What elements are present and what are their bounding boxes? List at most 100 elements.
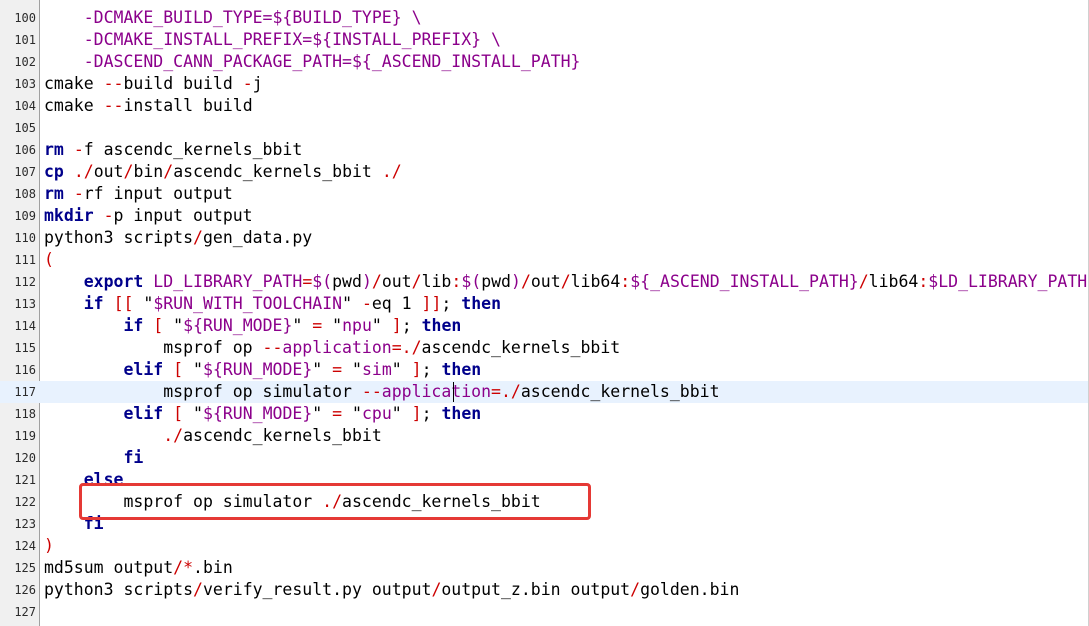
variable-token: sim — [361, 360, 392, 379]
code-line[interactable]: 113 if [[ "$RUN_WITH_TOOLCHAIN" -eq 1 ]]… — [0, 293, 1089, 315]
code-text[interactable]: ) — [44, 535, 54, 557]
keyword-token: rm — [44, 140, 64, 159]
code-text[interactable]: elif [ "${RUN_MODE}" = "cpu" ]; then — [44, 403, 481, 425]
code-line[interactable]: 101 -DCMAKE_INSTALL_PREFIX=${INSTALL_PRE… — [0, 29, 1089, 51]
operator-token: / — [630, 580, 641, 599]
text-token: " — [183, 404, 203, 423]
code-line[interactable]: 109 mkdir -p input output — [0, 205, 1089, 227]
operator-token: ./ — [163, 426, 184, 445]
keyword-token: elif — [123, 404, 164, 423]
code-line[interactable]: 110 python3 scripts/gen_data.py — [0, 227, 1089, 249]
variable-token: -DCMAKE_BUILD_TYPE=${BUILD_TYPE} \ — [83, 8, 422, 27]
operator-token: ./ — [73, 162, 94, 181]
operator-token: / — [431, 580, 442, 599]
code-line[interactable]: 125 md5sum output/*.bin — [0, 557, 1089, 579]
code-text[interactable]: msprof op --application=./ascendc_kernel… — [44, 337, 620, 359]
text-token: out — [530, 272, 561, 291]
keyword-token: rm — [44, 184, 64, 203]
text-token: install build — [123, 96, 253, 115]
code-line[interactable]: 124) — [0, 535, 1089, 557]
code-text[interactable]: if [[ "$RUN_WITH_TOOLCHAIN" -eq 1 ]]; th… — [44, 293, 501, 315]
text-token: msprof op — [44, 338, 263, 357]
code-line[interactable]: 127 — [0, 601, 1089, 623]
code-text[interactable]: elif [ "${RUN_MODE}" = "sim" ]; then — [44, 359, 481, 381]
code-line[interactable]: 117 msprof op simulator --application=./… — [0, 381, 1089, 403]
text-token: ; — [421, 404, 442, 423]
code-text[interactable]: md5sum output/*.bin — [44, 557, 233, 579]
code-text[interactable]: rm -rf input output — [44, 183, 233, 205]
code-line[interactable]: 106 rm -f ascendc_kernels_bbit — [0, 139, 1089, 161]
code-text[interactable]: -DASCEND_CANN_PACKAGE_PATH=${_ASCEND_INS… — [44, 51, 581, 73]
keyword-token: then — [441, 360, 482, 379]
operator-token: ]] — [421, 294, 442, 313]
text-token: lib64 — [868, 272, 919, 291]
text-token: rf input output — [83, 184, 233, 203]
code-text[interactable]: mkdir -p input output — [44, 205, 253, 227]
keyword-token: if — [123, 316, 144, 335]
code-line[interactable]: 126 python3 scripts/verify_result.py outp… — [0, 579, 1089, 601]
code-text[interactable]: export LD_LIBRARY_PATH=$(pwd)/out/lib:$(… — [44, 271, 1087, 293]
code-text[interactable]: ./ascendc_kernels_bbit — [44, 425, 382, 447]
code-line[interactable]: 119 ./ascendc_kernels_bbit — [0, 425, 1089, 447]
variable-token: LD_LIBRARY_PATH — [153, 272, 303, 291]
line-number: 114 — [14, 319, 36, 333]
code-text[interactable]: if [ "${RUN_MODE}" = "npu" ]; then — [44, 315, 461, 337]
variable-token: ) — [361, 272, 372, 291]
code-line[interactable]: 118 elif [ "${RUN_MODE}" = "cpu" ]; then — [0, 403, 1089, 425]
code-text[interactable]: msprof op simulator --application=./asce… — [44, 381, 719, 403]
line-number: 121 — [14, 473, 36, 487]
code-text[interactable]: ( — [44, 249, 54, 271]
text-token: eq 1 — [371, 294, 422, 313]
code-text[interactable]: python3 scripts/verify_result.py output/… — [44, 579, 739, 601]
code-text[interactable]: -DCMAKE_BUILD_TYPE=${BUILD_TYPE} \ — [44, 7, 422, 29]
operator-token: -- — [262, 338, 283, 357]
code-text[interactable]: rm -f ascendc_kernels_bbit — [44, 139, 302, 161]
text-token: " — [183, 360, 203, 379]
operator-token: -- — [361, 382, 382, 401]
code-text[interactable]: cmake --install build — [44, 95, 253, 117]
code-editor[interactable]: 100 -DCMAKE_BUILD_TYPE=${BUILD_TYPE} \ 10… — [0, 0, 1089, 626]
text-token: lib — [421, 272, 452, 291]
code-line[interactable]: 108 rm -rf input output — [0, 183, 1089, 205]
line-number: 102 — [14, 55, 36, 69]
code-line[interactable]: 120 fi — [0, 447, 1089, 469]
code-line[interactable]: 102 -DASCEND_CANN_PACKAGE_PATH=${_ASCEND… — [0, 51, 1089, 73]
code-line[interactable]: 115 msprof op --application=./ascendc_ke… — [0, 337, 1089, 359]
operator-token: : — [620, 272, 631, 291]
operator-token: : — [918, 272, 929, 291]
line-number: 108 — [14, 187, 36, 201]
code-text[interactable]: python3 scripts/gen_data.py — [44, 227, 312, 249]
line-number: 126 — [14, 583, 36, 597]
text-token: ascendc_kernels_bbit — [421, 338, 621, 357]
text-token: ascendc_kernels_bbit — [183, 426, 382, 445]
code-line[interactable]: 114 if [ "${RUN_MODE}" = "npu" ]; then — [0, 315, 1089, 337]
code-line[interactable]: 103 cmake --build build -j — [0, 73, 1089, 95]
variable-token: ) — [511, 272, 521, 291]
code-line[interactable]: 112 export LD_LIBRARY_PATH=$(pwd)/out/li… — [0, 271, 1089, 293]
code-line[interactable]: 100 -DCMAKE_BUILD_TYPE=${BUILD_TYPE} \ — [0, 7, 1089, 29]
operator-token: ( — [44, 250, 54, 269]
text-token: " — [391, 404, 412, 423]
operator-token: -- — [103, 74, 124, 93]
code-line[interactable]: 105 — [0, 117, 1089, 139]
code-text[interactable]: fi — [44, 447, 143, 469]
code-line[interactable]: 104 cmake --install build — [0, 95, 1089, 117]
keyword-token: export — [83, 272, 144, 291]
operator-token: - — [73, 184, 84, 203]
code-text[interactable]: -DCMAKE_INSTALL_PREFIX=${INSTALL_PREFIX}… — [44, 29, 501, 51]
code-line[interactable]: 107 cp ./out/bin/ascendc_kernels_bbit ./ — [0, 161, 1089, 183]
text-token: p input output — [113, 206, 253, 225]
code-line[interactable]: 116 elif [ "${RUN_MODE}" = "sim" ]; then — [0, 359, 1089, 381]
operator-token: = — [332, 360, 343, 379]
keyword-token: then — [461, 294, 502, 313]
code-text[interactable]: cp ./out/bin/ascendc_kernels_bbit ./ — [44, 161, 402, 183]
keyword-token: if — [83, 294, 104, 313]
code-line[interactable]: 111 ( — [0, 249, 1089, 271]
code-text[interactable]: cmake --build build -j — [44, 73, 263, 95]
operator-token: / — [858, 272, 869, 291]
line-number: 106 — [14, 143, 36, 157]
